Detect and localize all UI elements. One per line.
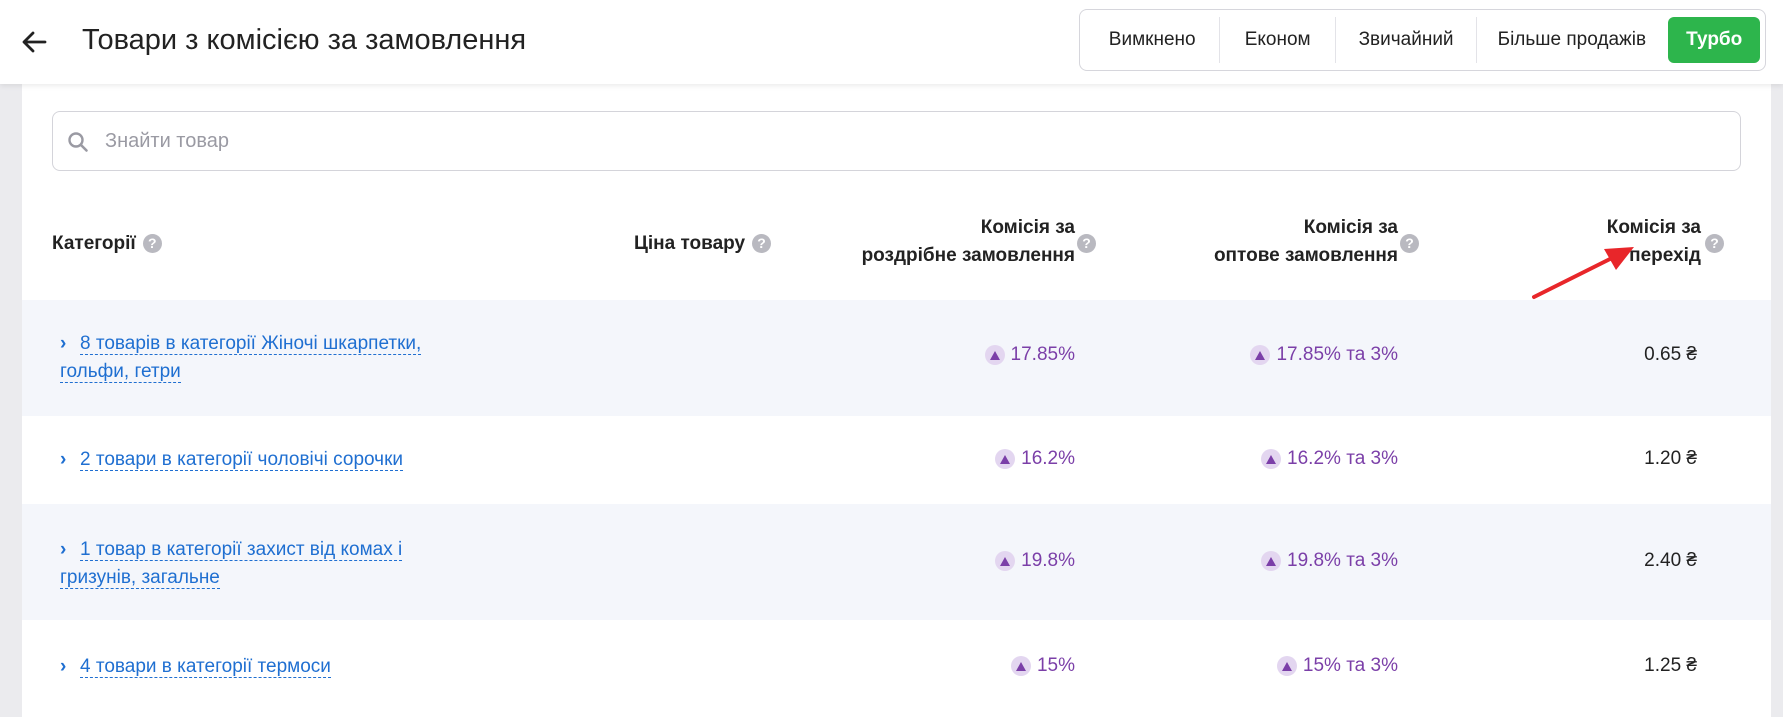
triangle-up-icon: [995, 551, 1016, 571]
column-header-click-commission: Комісія за перехід: [1607, 214, 1701, 270]
retail-commission: 17.85%: [984, 344, 1075, 366]
column-header-click-line2: перехід: [1629, 245, 1701, 266]
table-row: › 4 товари в категорії термоси 15% 15% та…: [22, 620, 1771, 717]
column-header-retail-line1: Комісія за: [980, 217, 1075, 238]
category-expand-link[interactable]: › 2 товари в категорії чоловічі сорочки: [60, 446, 403, 474]
column-header-click-line1: Комісія за: [1606, 217, 1701, 238]
mode-more-sales-button[interactable]: Більше продажів: [1477, 17, 1666, 63]
mode-regular-button[interactable]: Звичайний: [1336, 17, 1478, 63]
click-commission-value: 2.40 ₴: [1644, 550, 1697, 571]
help-icon[interactable]: ?: [142, 234, 162, 254]
category-link-text: гризунів, загальне: [60, 567, 220, 589]
arrow-left-icon: [22, 31, 47, 53]
column-header-category: Категорії?: [52, 230, 162, 258]
click-commission-value: 0.65 ₴: [1644, 344, 1697, 365]
wholesale-commission-value: 16.2% та 3%: [1287, 448, 1398, 469]
triangle-up-icon: [1261, 449, 1282, 469]
retail-commission-value: 15%: [1036, 655, 1075, 676]
products-panel: Категорії? Ціна товару? Комісія за роздр…: [22, 84, 1771, 717]
mode-turbo-button[interactable]: Турбо: [1668, 17, 1760, 63]
search-box: [52, 111, 1741, 171]
commission-mode-switcher: Вимкнено Економ Звичайний Більше продажі…: [1079, 9, 1766, 71]
table-row: › 2 товари в категорії чоловічі сорочки 1…: [22, 416, 1771, 504]
triangle-up-icon: [995, 449, 1016, 469]
category-link-text: 8 товарів в категорії Жіночі шкарпетки,: [80, 333, 422, 355]
retail-commission-value: 16.2%: [1021, 448, 1075, 469]
column-header-price: Ціна товару?: [634, 230, 772, 258]
page-title: Товари з комісією за замовлення: [82, 24, 527, 56]
category-link-text: 1 товар в категорії захист від комах і: [80, 539, 403, 561]
retail-commission: 16.2%: [995, 448, 1075, 470]
column-header-category-label: Категорії: [52, 233, 136, 254]
top-bar: Товари з комісією за замовлення Вимкнено…: [0, 0, 1783, 84]
retail-commission-value: 17.85%: [1010, 344, 1075, 365]
click-commission-value: 1.20 ₴: [1644, 448, 1697, 469]
retail-commission-value: 19.8%: [1021, 550, 1075, 571]
help-icon[interactable]: ?: [752, 234, 772, 254]
category-link-text: 4 товари в категорії термоси: [80, 656, 331, 678]
help-icon[interactable]: ?: [1400, 234, 1419, 253]
triangle-up-icon: [1250, 345, 1271, 365]
help-icon[interactable]: ?: [1077, 234, 1096, 253]
triangle-up-icon: [984, 345, 1005, 365]
triangle-up-icon: [1010, 656, 1031, 676]
wholesale-commission: 19.8% та 3%: [1261, 550, 1398, 572]
table-row: › 8 товарів в категорії Жіночі шкарпетки,…: [22, 300, 1771, 416]
column-header-price-label: Ціна товару: [634, 233, 746, 254]
wholesale-commission: 15% та 3%: [1276, 655, 1398, 677]
retail-commission: 15%: [1010, 655, 1075, 677]
table-row: › 1 товар в категорії захист від комах і …: [22, 504, 1771, 620]
column-header-retail-line2: роздрібне замовлення: [861, 245, 1075, 266]
triangle-up-icon: [1276, 656, 1297, 676]
column-header-wholesale-line1: Комісія за: [1303, 217, 1398, 238]
wholesale-commission-value: 15% та 3%: [1302, 655, 1398, 676]
wholesale-commission: 17.85% та 3%: [1250, 344, 1398, 366]
triangle-up-icon: [1261, 551, 1282, 571]
search-input[interactable]: [105, 112, 1725, 170]
column-header-retail-commission: Комісія за роздрібне замовлення: [862, 214, 1075, 270]
column-header-wholesale-commission: Комісія за оптове замовлення: [1214, 214, 1398, 270]
help-icon[interactable]: ?: [1705, 234, 1724, 253]
mode-economy-button[interactable]: Економ: [1220, 17, 1336, 63]
chevron-right-icon: ›: [60, 333, 67, 354]
chevron-right-icon: ›: [60, 656, 67, 677]
mode-off-button[interactable]: Вимкнено: [1085, 17, 1221, 63]
retail-commission: 19.8%: [995, 550, 1075, 572]
category-expand-link[interactable]: › 8 товарів в категорії Жіночі шкарпетки,…: [60, 330, 422, 386]
back-button[interactable]: [14, 22, 54, 62]
category-expand-link[interactable]: › 1 товар в категорії захист від комах і …: [60, 536, 403, 592]
column-header-wholesale-line2: оптове замовлення: [1213, 245, 1398, 266]
wholesale-commission: 16.2% та 3%: [1261, 448, 1398, 470]
wholesale-commission-value: 17.85% та 3%: [1276, 344, 1398, 365]
wholesale-commission-value: 19.8% та 3%: [1287, 550, 1398, 571]
chevron-right-icon: ›: [60, 539, 67, 560]
category-link-text: 2 товари в категорії чоловічі сорочки: [80, 449, 403, 471]
search-icon: [68, 132, 88, 152]
chevron-right-icon: ›: [60, 449, 67, 470]
click-commission-value: 1.25 ₴: [1644, 655, 1697, 676]
category-expand-link[interactable]: › 4 товари в категорії термоси: [60, 653, 331, 681]
category-link-text: гольфи, гетри: [60, 361, 181, 383]
